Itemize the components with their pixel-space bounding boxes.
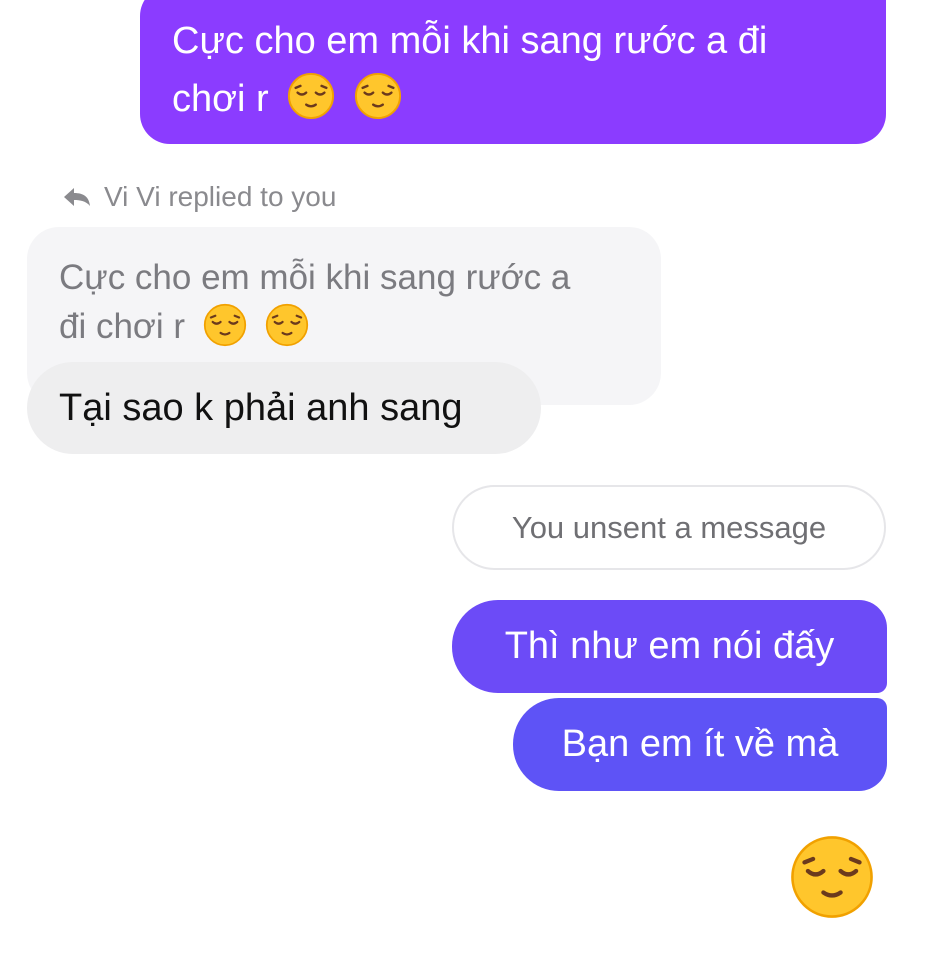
relieved-face-icon bbox=[288, 72, 335, 120]
unsent-message-text: You unsent a message bbox=[511, 510, 827, 545]
quoted-message-line-2: đi chơi r bbox=[59, 302, 631, 351]
sent-message-2-text: Bạn em ít về mà bbox=[561, 723, 839, 765]
sent-message-top-line-1: Cực cho em mỗi khi sang rước a đi bbox=[172, 20, 768, 62]
quoted-message-line-2-text: đi chơi r bbox=[59, 307, 186, 346]
relieved-face-icon bbox=[354, 72, 401, 120]
reply-indicator: Vi Vi replied to you bbox=[62, 179, 336, 215]
relieved-face-icon bbox=[265, 303, 308, 347]
quoted-message-line-1: Cực cho em mỗi khi sang rước a bbox=[59, 258, 571, 297]
reply-indicator-text: Vi Vi replied to you bbox=[104, 181, 337, 212]
relieved-face-emoji-message[interactable] bbox=[789, 834, 875, 920]
sent-message-top[interactable]: Cực cho em mỗi khi sang rước a đi chơi r bbox=[140, 0, 886, 144]
sent-message-top-line-2: chơi r bbox=[172, 70, 856, 128]
sent-message-2[interactable]: Bạn em ít về mà bbox=[513, 698, 887, 791]
sent-message-1-text: Thì như em nói đấy bbox=[504, 625, 835, 667]
unsent-message-notice: You unsent a message bbox=[452, 485, 886, 570]
relieved-face-icon bbox=[203, 303, 246, 347]
sent-message-1[interactable]: Thì như em nói đấy bbox=[452, 600, 887, 693]
sent-message-top-line-2-text: chơi r bbox=[172, 78, 269, 120]
reply-arrow-icon bbox=[64, 188, 90, 206]
received-message-text: Tại sao k phải anh sang bbox=[59, 387, 463, 429]
received-message[interactable]: Tại sao k phải anh sang bbox=[27, 362, 541, 454]
